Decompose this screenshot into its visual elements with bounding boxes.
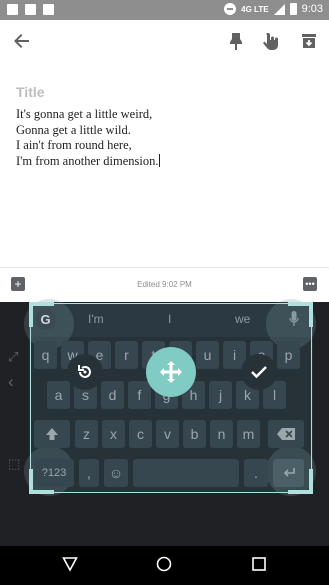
period-key[interactable]: . [244,459,268,487]
signal-icon [273,3,285,15]
resize-frame-bottom-edge [54,492,288,493]
chevron-left-icon[interactable]: ‹ [8,372,14,392]
symbols-key[interactable]: ?123 [34,459,74,487]
resize-frame-right-edge [311,327,312,469]
hand-pointer-icon[interactable] [259,29,283,53]
check-icon [251,366,267,379]
enter-icon [283,468,295,477]
resize-frame-left-edge [30,327,31,469]
network-label: 4G LTE [241,4,269,14]
square-recents-icon[interactable] [251,556,267,577]
edited-timestamp: Edited 9:02 PM [137,280,192,289]
triangle-back-icon[interactable] [62,556,78,577]
suggestion-1[interactable]: I'm [88,312,104,326]
key-p[interactable]: p [277,341,300,369]
arrow-left-icon[interactable] [10,29,34,53]
expand-icon[interactable]: ⤢ [8,349,18,365]
shift-key[interactable] [34,420,70,448]
key-a[interactable]: a [47,381,70,409]
key-x[interactable]: x [102,420,125,448]
status-bar: 4G LTE 9:03 [0,0,329,20]
note-title-field[interactable]: Title [16,84,45,100]
comma-key[interactable]: , [79,459,99,487]
resize-frame-top-edge [54,303,288,304]
move-keyboard-button[interactable] [146,347,196,397]
backspace-icon [277,428,295,440]
key-f[interactable]: f [128,381,151,409]
key-z[interactable]: z [75,420,98,448]
key-c[interactable]: c [129,420,152,448]
more-dots-icon[interactable]: ••• [303,277,317,291]
battery-icon [289,3,297,15]
done-button[interactable] [241,354,277,390]
reset-size-button[interactable] [67,354,103,390]
app-bar [0,20,329,62]
image-notification-icon [25,4,36,15]
key-q[interactable]: q [34,341,57,369]
google-g-icon[interactable]: G [35,309,56,330]
archive-icon[interactable] [297,29,321,53]
key-d[interactable]: d [101,381,124,409]
photos-notification-icon [43,4,54,15]
key-m[interactable]: m [237,420,260,448]
move-arrows-icon [160,361,182,383]
key-v[interactable]: v [156,420,179,448]
reset-icon [78,365,91,378]
key-r[interactable]: r [115,341,138,369]
note-body-field[interactable]: It's gonna get a little weird, Gonna get… [16,107,160,169]
key-u[interactable]: u [196,341,219,369]
text-cursor [158,153,160,167]
note-body-text: It's gonna get a little weird, Gonna get… [16,107,159,168]
do-not-disturb-icon [224,3,237,15]
resize-frame-top-left-v [29,302,33,327]
spacebar[interactable] [133,459,239,487]
enter-key[interactable] [273,459,304,487]
resize-frame-top-right-v [309,302,313,327]
key-n[interactable]: n [210,420,233,448]
pin-icon[interactable] [224,29,248,53]
emoji-icon: ☺ [108,465,124,481]
emoji-key[interactable]: ☺ [104,459,128,487]
suggestion-3[interactable]: we [235,312,250,326]
mic-icon[interactable] [289,311,299,326]
clock: 9:03 [301,3,323,15]
key-b[interactable]: b [183,420,206,448]
circle-home-icon[interactable] [156,556,172,577]
shift-icon [46,428,58,440]
backspace-key[interactable] [268,420,304,448]
notification-icon [7,4,18,15]
key-j[interactable]: j [209,381,232,409]
resize-frame-bottom-right-v [309,469,313,494]
shrink-icon[interactable]: ⬚ [8,456,20,472]
suggestion-2[interactable]: I [168,312,171,326]
resize-frame-bottom-left-v [29,469,33,494]
